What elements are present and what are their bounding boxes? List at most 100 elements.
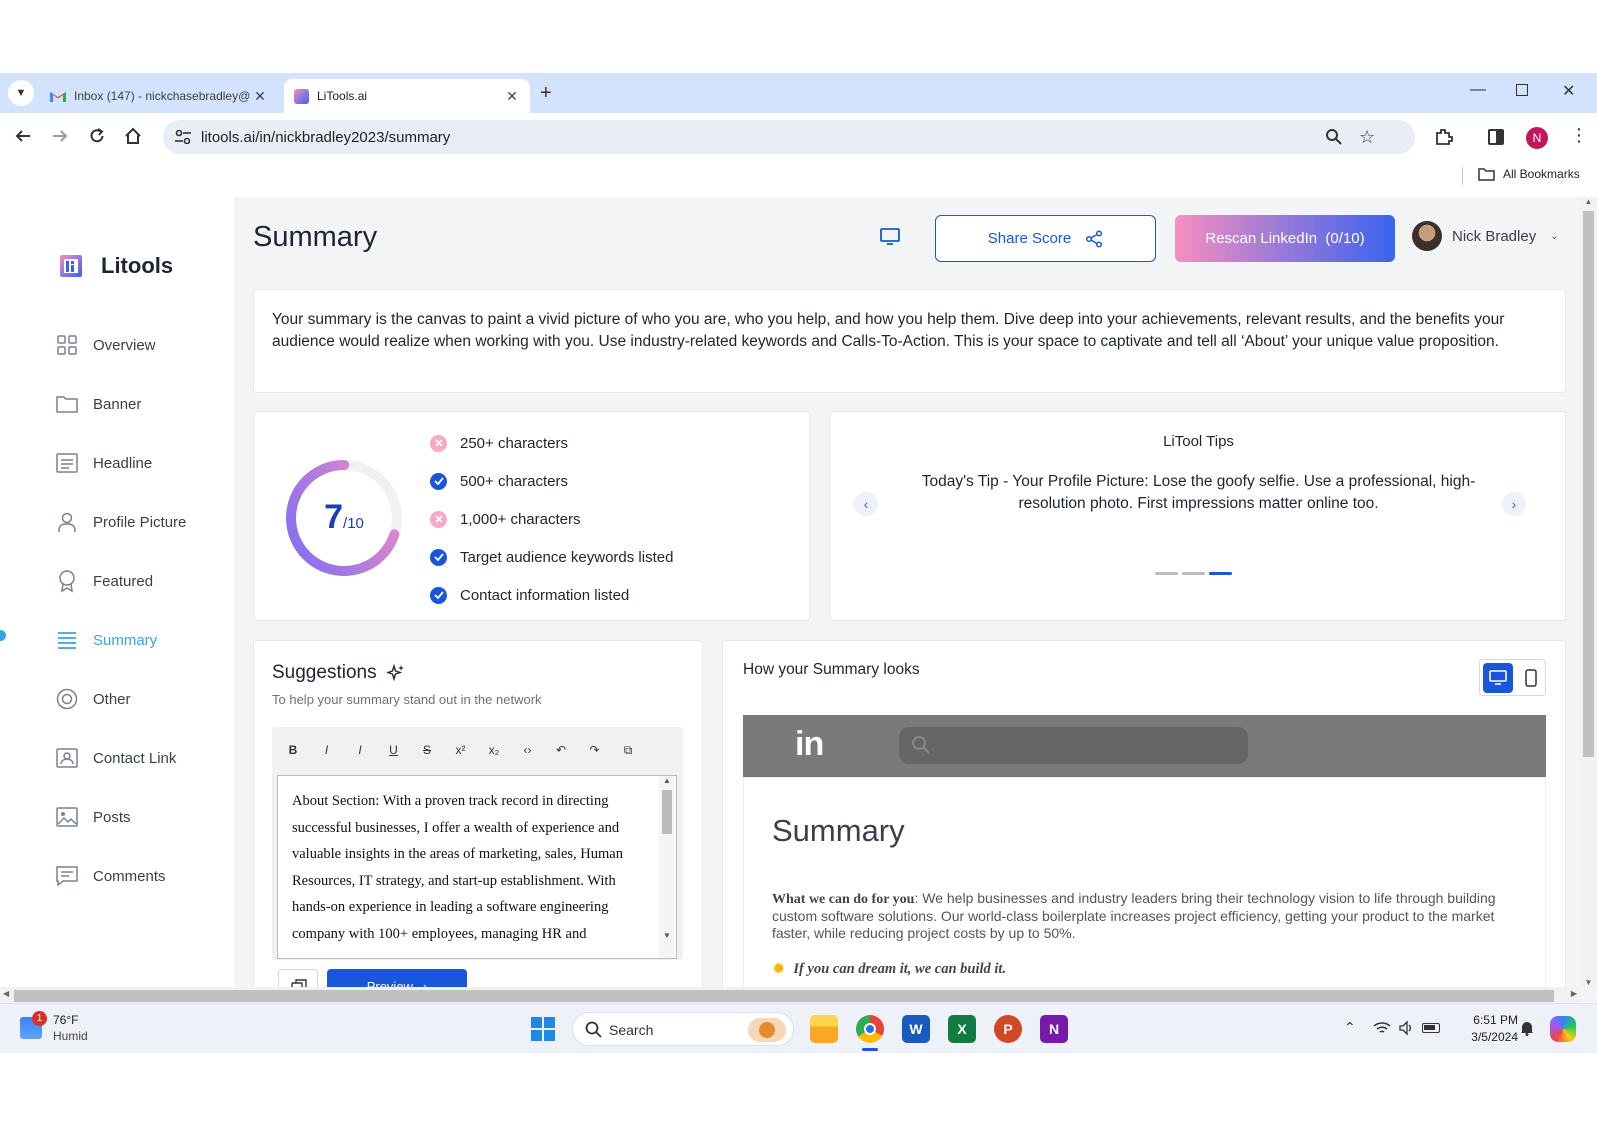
undo-button[interactable]: ↶ xyxy=(552,743,570,761)
browser-menu-button[interactable]: ⋮ xyxy=(1570,125,1588,146)
editor-content: About Section: With a proven track recor… xyxy=(292,793,623,942)
zoom-icon[interactable] xyxy=(1325,128,1343,146)
sidebar-item-headline[interactable]: Headline xyxy=(55,448,152,478)
minimize-button[interactable]: — xyxy=(1470,81,1486,99)
desktop-toggle-button[interactable] xyxy=(1483,663,1513,693)
site-settings-icon[interactable] xyxy=(175,130,191,144)
page-content: Litools Overview Banner Headline Profile… xyxy=(0,197,1597,1005)
tab-title: Inbox (147) - nickchasebradley@ xyxy=(74,89,251,103)
tab-search-button[interactable]: ▼ xyxy=(8,80,34,106)
close-icon[interactable]: ✕ xyxy=(504,88,520,105)
scroll-up-arrow[interactable]: ▲ xyxy=(1580,197,1597,211)
user-menu[interactable]: Nick Bradley ⌄ xyxy=(1412,221,1559,251)
sidebar-item-featured[interactable]: Featured xyxy=(55,566,153,596)
subscript-button[interactable]: x₂ xyxy=(485,743,503,761)
share-score-button[interactable]: Share Score xyxy=(935,215,1156,262)
pagination-dot[interactable] xyxy=(1209,572,1232,575)
all-bookmarks-label: All Bookmarks xyxy=(1503,167,1580,181)
wifi-icon[interactable] xyxy=(1373,1021,1391,1035)
sidebar-logo[interactable]: Litools xyxy=(60,253,173,279)
tips-prev-button[interactable]: ‹ xyxy=(854,492,878,516)
sidebar-item-overview[interactable]: Overview xyxy=(55,330,156,360)
onenote-icon[interactable]: N xyxy=(1040,1015,1068,1043)
sidebar-item-contact-link[interactable]: Contact Link xyxy=(55,743,176,773)
weather-widget[interactable]: 1 76°F Humid xyxy=(18,1011,108,1047)
share-score-label: Share Score xyxy=(987,230,1072,247)
desktop-view-button[interactable] xyxy=(880,228,900,246)
tips-title: LiTool Tips xyxy=(1163,433,1234,450)
italic-alt-button[interactable]: I xyxy=(351,743,369,761)
chrome-icon[interactable] xyxy=(856,1015,884,1043)
x-circle-icon xyxy=(430,434,447,452)
scroll-down-arrow[interactable]: ▼ xyxy=(659,931,675,940)
browser-tab-bar: ▼ Inbox (147) - nickchasebradley@ ✕ LiTo… xyxy=(0,73,1597,113)
editor-scrollbar[interactable]: ▲ ▼ xyxy=(659,776,675,958)
copilot-icon[interactable] xyxy=(1550,1016,1576,1042)
sidebar-item-banner[interactable]: Banner xyxy=(55,389,141,419)
editor-textarea[interactable]: About Section: With a proven track recor… xyxy=(277,775,677,959)
profile-avatar[interactable]: N xyxy=(1526,127,1548,149)
contact-card-icon xyxy=(56,748,78,768)
person-icon xyxy=(58,512,76,532)
new-tab-button[interactable]: + xyxy=(540,82,552,105)
all-bookmarks-button[interactable]: All Bookmarks xyxy=(1478,167,1580,181)
volume-icon[interactable] xyxy=(1398,1020,1414,1036)
forward-button[interactable] xyxy=(51,127,69,145)
file-explorer-icon[interactable] xyxy=(810,1015,838,1043)
tab-gmail[interactable]: Inbox (147) - nickchasebradley@ ✕ xyxy=(40,79,278,113)
close-icon[interactable]: ✕ xyxy=(252,88,268,105)
notification-bell-icon[interactable] xyxy=(1520,1020,1534,1036)
page-scrollbar[interactable]: ▲ ▼ xyxy=(1580,197,1597,987)
strikethrough-button[interactable]: S xyxy=(418,743,436,761)
underline-button[interactable]: U xyxy=(385,743,403,761)
pagination-dot[interactable] xyxy=(1155,572,1178,575)
mobile-toggle-button[interactable] xyxy=(1518,663,1544,693)
word-icon[interactable]: W xyxy=(902,1015,930,1043)
window-close-button[interactable]: ✕ xyxy=(1562,81,1575,101)
taskbar-search[interactable]: Search xyxy=(572,1012,794,1046)
reload-button[interactable] xyxy=(88,127,106,145)
address-bar[interactable]: litools.ai/in/nickbradley2023/summary ☆ xyxy=(163,120,1415,154)
sidebar-item-profile-picture[interactable]: Profile Picture xyxy=(55,507,186,537)
tips-next-button[interactable]: › xyxy=(1502,492,1526,516)
show-hidden-icons[interactable]: ⌃ xyxy=(1344,1019,1356,1036)
search-highlight-icon xyxy=(748,1018,786,1042)
check-circle-icon xyxy=(430,472,447,490)
clock[interactable]: 6:51 PM 3/5/2024 xyxy=(1454,1012,1518,1046)
sidebar-item-comments[interactable]: Comments xyxy=(55,861,166,891)
scroll-up-arrow[interactable]: ▲ xyxy=(659,776,675,790)
powerpoint-icon[interactable]: P xyxy=(994,1015,1022,1043)
battery-icon[interactable] xyxy=(1422,1023,1440,1033)
home-button[interactable] xyxy=(124,127,142,145)
clock-time: 6:51 PM xyxy=(1473,1013,1518,1027)
scrollbar-thumb[interactable] xyxy=(662,790,672,834)
scroll-right-arrow[interactable]: ▶ xyxy=(1571,989,1577,998)
sidebar-item-summary[interactable]: Summary xyxy=(55,625,157,655)
scroll-down-arrow[interactable]: ▼ xyxy=(1580,978,1597,987)
bookmark-star-icon[interactable]: ☆ xyxy=(1359,127,1375,148)
start-button[interactable] xyxy=(531,1017,555,1041)
tips-text: Today's Tip - Your Profile Picture: Lose… xyxy=(921,473,1476,512)
copy-format-button[interactable]: ⧉ xyxy=(619,743,637,761)
superscript-button[interactable]: x² xyxy=(452,743,470,761)
bold-button[interactable]: B xyxy=(284,743,302,761)
excel-icon[interactable]: X xyxy=(948,1015,976,1043)
code-button[interactable]: ‹› xyxy=(519,743,537,761)
extensions-button[interactable] xyxy=(1434,127,1454,147)
sidebar-item-posts[interactable]: Posts xyxy=(55,802,131,832)
back-button[interactable] xyxy=(14,127,32,145)
italic-button[interactable]: I xyxy=(318,743,336,761)
score-card: 7/10 250+ characters 500+ characters 1,000… xyxy=(253,411,810,621)
active-indicator xyxy=(0,630,6,641)
tab-litools[interactable]: LiTools.ai ✕ xyxy=(284,79,530,113)
side-panel-button[interactable] xyxy=(1488,129,1504,145)
redo-button[interactable]: ↷ xyxy=(586,743,604,761)
scrollbar-thumb[interactable] xyxy=(14,990,1554,1002)
pagination-dot[interactable] xyxy=(1182,572,1205,575)
scrollbar-thumb[interactable] xyxy=(1583,211,1594,757)
sidebar-item-other[interactable]: Other xyxy=(55,684,131,714)
rescan-linkedin-button[interactable]: Rescan LinkedIn (0/10) xyxy=(1175,215,1395,262)
scroll-left-arrow[interactable]: ◀ xyxy=(3,989,9,998)
check-circle-icon xyxy=(430,548,447,566)
restore-button[interactable] xyxy=(1516,84,1528,96)
